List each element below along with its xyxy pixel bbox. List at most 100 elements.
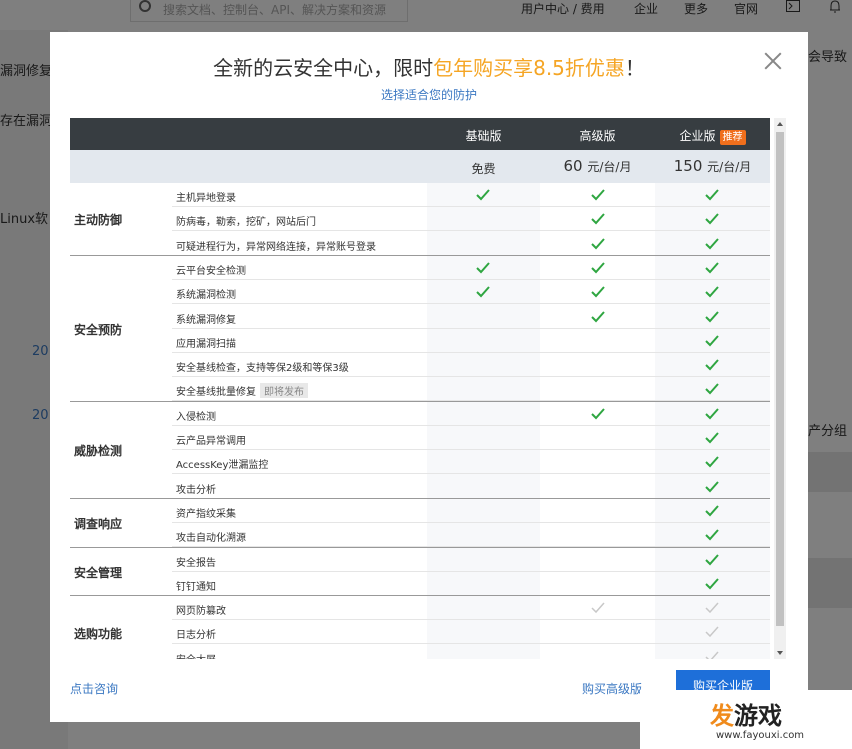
feature-row: 云产品异常调用	[70, 426, 770, 450]
check-icon	[591, 408, 605, 420]
feature-row: 日志分析	[70, 620, 770, 645]
recommend-badge: 推荐	[719, 130, 746, 145]
check-icon	[476, 189, 490, 201]
check-icon	[591, 262, 605, 274]
feature-row: 攻击自动化溯源	[70, 523, 770, 548]
col-enterprise: 企业版 推荐	[655, 127, 770, 145]
feature-label: 防病毒，勒索，挖矿，网站后门	[176, 213, 316, 228]
feature-name: 安全大屏	[176, 655, 216, 659]
modal-title: 全新的云安全中心，限时包年购买享8.5折优惠！	[50, 52, 808, 81]
optional-check-icon	[591, 602, 605, 614]
check-icon	[705, 310, 719, 322]
feature-label: 入侵检测	[176, 408, 216, 423]
col-advanced: 高级版	[579, 129, 616, 143]
feature-name: 安全报告	[176, 557, 216, 569]
feature-row: 防病毒，勒索，挖矿，网站后门	[70, 207, 770, 232]
check-icon	[705, 189, 719, 201]
feature-row: 系统漏洞修复	[70, 305, 770, 329]
check-icon	[705, 505, 719, 517]
feature-name: 可疑进程行为，异常网络连接，异常账号登录	[176, 241, 376, 253]
check-icon	[705, 456, 719, 468]
check-icon	[705, 213, 719, 225]
optional-check-icon	[705, 626, 719, 638]
price-unit: 元/台/月	[587, 160, 632, 174]
check-icon	[705, 578, 719, 590]
feature-label: 云平台安全检测	[176, 262, 246, 277]
feature-name: 应用漏洞扫描	[176, 338, 236, 350]
check-icon	[705, 335, 719, 347]
feature-row: 安全大屏	[70, 645, 770, 659]
feature-row: AccessKey泄漏监控	[70, 450, 770, 475]
check-icon	[705, 237, 719, 250]
coming-soon-tag: 即将发布	[260, 383, 308, 399]
feature-label: 攻击分析	[176, 481, 216, 496]
scroll-up-arrow-icon[interactable]	[777, 122, 783, 126]
consult-link[interactable]: 点击咨询	[70, 680, 118, 697]
scroll-thumb[interactable]	[776, 132, 784, 626]
feature-row: 入侵检测	[70, 402, 770, 426]
comparison-table: 基础版 高级版 企业版 推荐 免费 60 元/台/月 150 元/台/月 主动防御…	[70, 118, 786, 659]
feature-name: AccessKey泄漏监控	[176, 460, 269, 472]
feature-row: 可疑进程行为，异常网络连接，异常账号登录	[70, 232, 770, 256]
close-icon[interactable]	[762, 50, 784, 72]
check-icon	[591, 213, 605, 225]
feature-row: 安全基线检查，支持等保2级和等保3级	[70, 353, 770, 378]
feature-name: 防病毒，勒索，挖矿，网站后门	[176, 217, 316, 229]
price-advanced: 60 元/台/月	[540, 157, 655, 175]
check-icon	[591, 286, 605, 298]
price-unit: 元/台/月	[707, 160, 752, 174]
col-enterprise-label: 企业版	[679, 129, 716, 143]
feature-row: 主机异地登录	[70, 183, 770, 207]
feature-row: 网页防篡改	[70, 596, 770, 621]
feature-label: 攻击自动化溯源	[176, 529, 246, 544]
watermark-logo-accent: 发	[710, 702, 734, 730]
price-basic: 免费	[471, 162, 496, 176]
feature-name: 攻击分析	[176, 484, 216, 496]
title-highlight: 包年购买享8.5折优惠	[433, 56, 625, 80]
feature-label: 系统漏洞修复	[176, 311, 236, 326]
price-enterprise-value: 150	[673, 157, 703, 175]
feature-name: 攻击自动化溯源	[176, 533, 246, 545]
feature-name: 钉钉通知	[176, 581, 216, 593]
check-icon	[591, 189, 605, 201]
table-header: 基础版 高级版 企业版 推荐	[70, 118, 770, 150]
feature-name: 安全基线批量修复	[176, 387, 256, 399]
price-row: 免费 60 元/台/月 150 元/台/月	[70, 150, 770, 183]
feature-label: 安全基线批量修复 即将发布	[176, 383, 308, 399]
check-icon	[705, 359, 719, 371]
watermark-logo-text: 游戏	[734, 702, 782, 730]
watermark: 发游戏 www.fayouxi.com	[640, 690, 852, 749]
watermark-logo: 发游戏	[710, 696, 782, 731]
feature-label: 应用漏洞扫描	[176, 335, 236, 350]
feature-label: 系统漏洞检测	[176, 286, 236, 301]
check-icon	[705, 480, 719, 493]
feature-name: 网页防篡改	[176, 606, 226, 618]
title-suffix: ！	[624, 56, 645, 80]
feature-label: 安全报告	[176, 554, 216, 569]
feature-row: 攻击分析	[70, 475, 770, 499]
feature-name: 主机异地登录	[176, 193, 236, 204]
feature-row: 安全报告	[70, 548, 770, 572]
feature-row: 资产指纹采集	[70, 499, 770, 523]
check-icon	[591, 237, 605, 250]
watermark-url: www.fayouxi.com	[716, 730, 805, 741]
table-scrollbar[interactable]	[774, 118, 786, 659]
modal-subtitle: 选择适合您的防护	[380, 88, 477, 102]
feature-label: 主机异地登录	[176, 189, 236, 204]
price-enterprise: 150 元/台/月	[655, 157, 770, 175]
feature-name: 资产指纹采集	[176, 508, 236, 520]
feature-label: 网页防篡改	[176, 602, 226, 617]
scroll-down-arrow-icon[interactable]	[777, 651, 783, 655]
price-advanced-value: 60	[563, 157, 583, 175]
check-icon	[591, 310, 605, 322]
buy-advanced-link[interactable]: 购买高级版	[582, 680, 642, 697]
check-icon	[476, 262, 490, 274]
feature-label: 安全基线检查，支持等保2级和等保3级	[176, 359, 349, 374]
feature-name: 云平台安全检测	[176, 265, 246, 277]
feature-row: 安全基线批量修复 即将发布	[70, 377, 770, 402]
feature-name: 安全基线检查，支持等保2级和等保3级	[176, 363, 349, 375]
feature-name: 日志分析	[176, 630, 216, 642]
optional-check-icon	[705, 651, 719, 659]
feature-name: 系统漏洞检测	[176, 290, 236, 302]
feature-label: 安全大屏	[176, 651, 216, 659]
